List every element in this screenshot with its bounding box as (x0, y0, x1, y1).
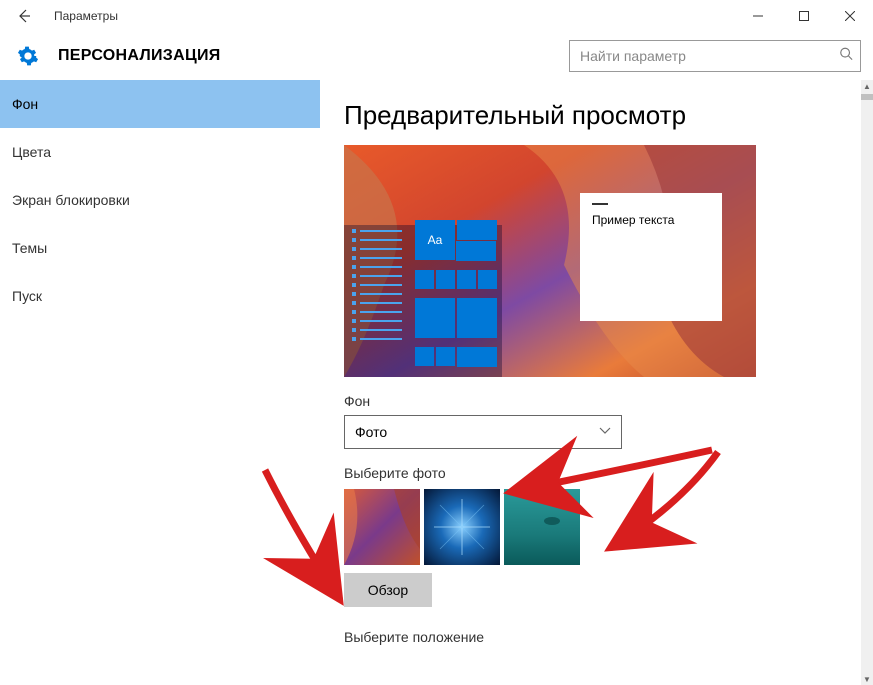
scrollbar[interactable]: ▲ ▼ (861, 80, 873, 685)
title-bar: Параметры (0, 0, 873, 32)
section-title: ПЕРСОНАЛИЗАЦИЯ (58, 47, 221, 65)
preview-start-list (352, 229, 402, 346)
sidebar-item-label: Темы (12, 240, 47, 256)
maximize-button[interactable] (781, 0, 827, 32)
sidebar: Фон Цвета Экран блокировки Темы Пуск (0, 80, 320, 685)
sidebar-item-label: Пуск (12, 288, 42, 304)
choose-position-label: Выберите положение (344, 629, 849, 645)
sidebar-item-label: Фон (12, 96, 38, 112)
window-controls (735, 0, 873, 32)
scroll-thumb[interactable] (861, 94, 873, 100)
scroll-down-arrow[interactable]: ▼ (861, 673, 873, 685)
header: ПЕРСОНАЛИЗАЦИЯ (0, 32, 873, 80)
browse-button[interactable]: Обзор (344, 573, 432, 607)
sidebar-item-label: Экран блокировки (12, 192, 130, 208)
thumbnail-3[interactable] (504, 489, 580, 565)
scroll-up-arrow[interactable]: ▲ (861, 80, 873, 92)
background-dropdown[interactable]: Фото (344, 415, 622, 449)
choose-photo-label: Выберите фото (344, 465, 849, 481)
search-container (569, 40, 861, 72)
sidebar-item-themes[interactable]: Темы (0, 224, 320, 272)
dropdown-value: Фото (355, 424, 387, 440)
search-input[interactable] (569, 40, 861, 72)
preview-sample-window: Пример текста (580, 193, 722, 321)
sidebar-item-lockscreen[interactable]: Экран блокировки (0, 176, 320, 224)
thumbnail-5[interactable] (664, 489, 740, 565)
thumbnail-1[interactable] (344, 489, 420, 565)
chevron-down-icon (599, 426, 611, 438)
close-button[interactable] (827, 0, 873, 32)
sidebar-item-start[interactable]: Пуск (0, 272, 320, 320)
content-area: Предварительный просмотр (320, 80, 873, 685)
sidebar-item-colors[interactable]: Цвета (0, 128, 320, 176)
page-title: Предварительный просмотр (344, 100, 849, 131)
preview-pane: Aa Пример текста (344, 145, 756, 377)
minimize-button[interactable] (735, 0, 781, 32)
preview-start-tiles: Aa (414, 219, 500, 375)
window-title: Параметры (48, 9, 118, 23)
background-label: Фон (344, 393, 849, 409)
photo-thumbnails (344, 489, 849, 565)
sidebar-item-label: Цвета (12, 144, 51, 160)
thumbnail-2[interactable] (424, 489, 500, 565)
preview-sample-text: Пример текста (592, 213, 674, 227)
browse-button-label: Обзор (368, 582, 408, 598)
sidebar-item-background[interactable]: Фон (0, 80, 320, 128)
preview-tile-aa: Aa (415, 220, 455, 260)
back-button[interactable] (0, 0, 48, 32)
gear-icon (12, 40, 44, 72)
thumbnail-4[interactable] (584, 489, 660, 565)
